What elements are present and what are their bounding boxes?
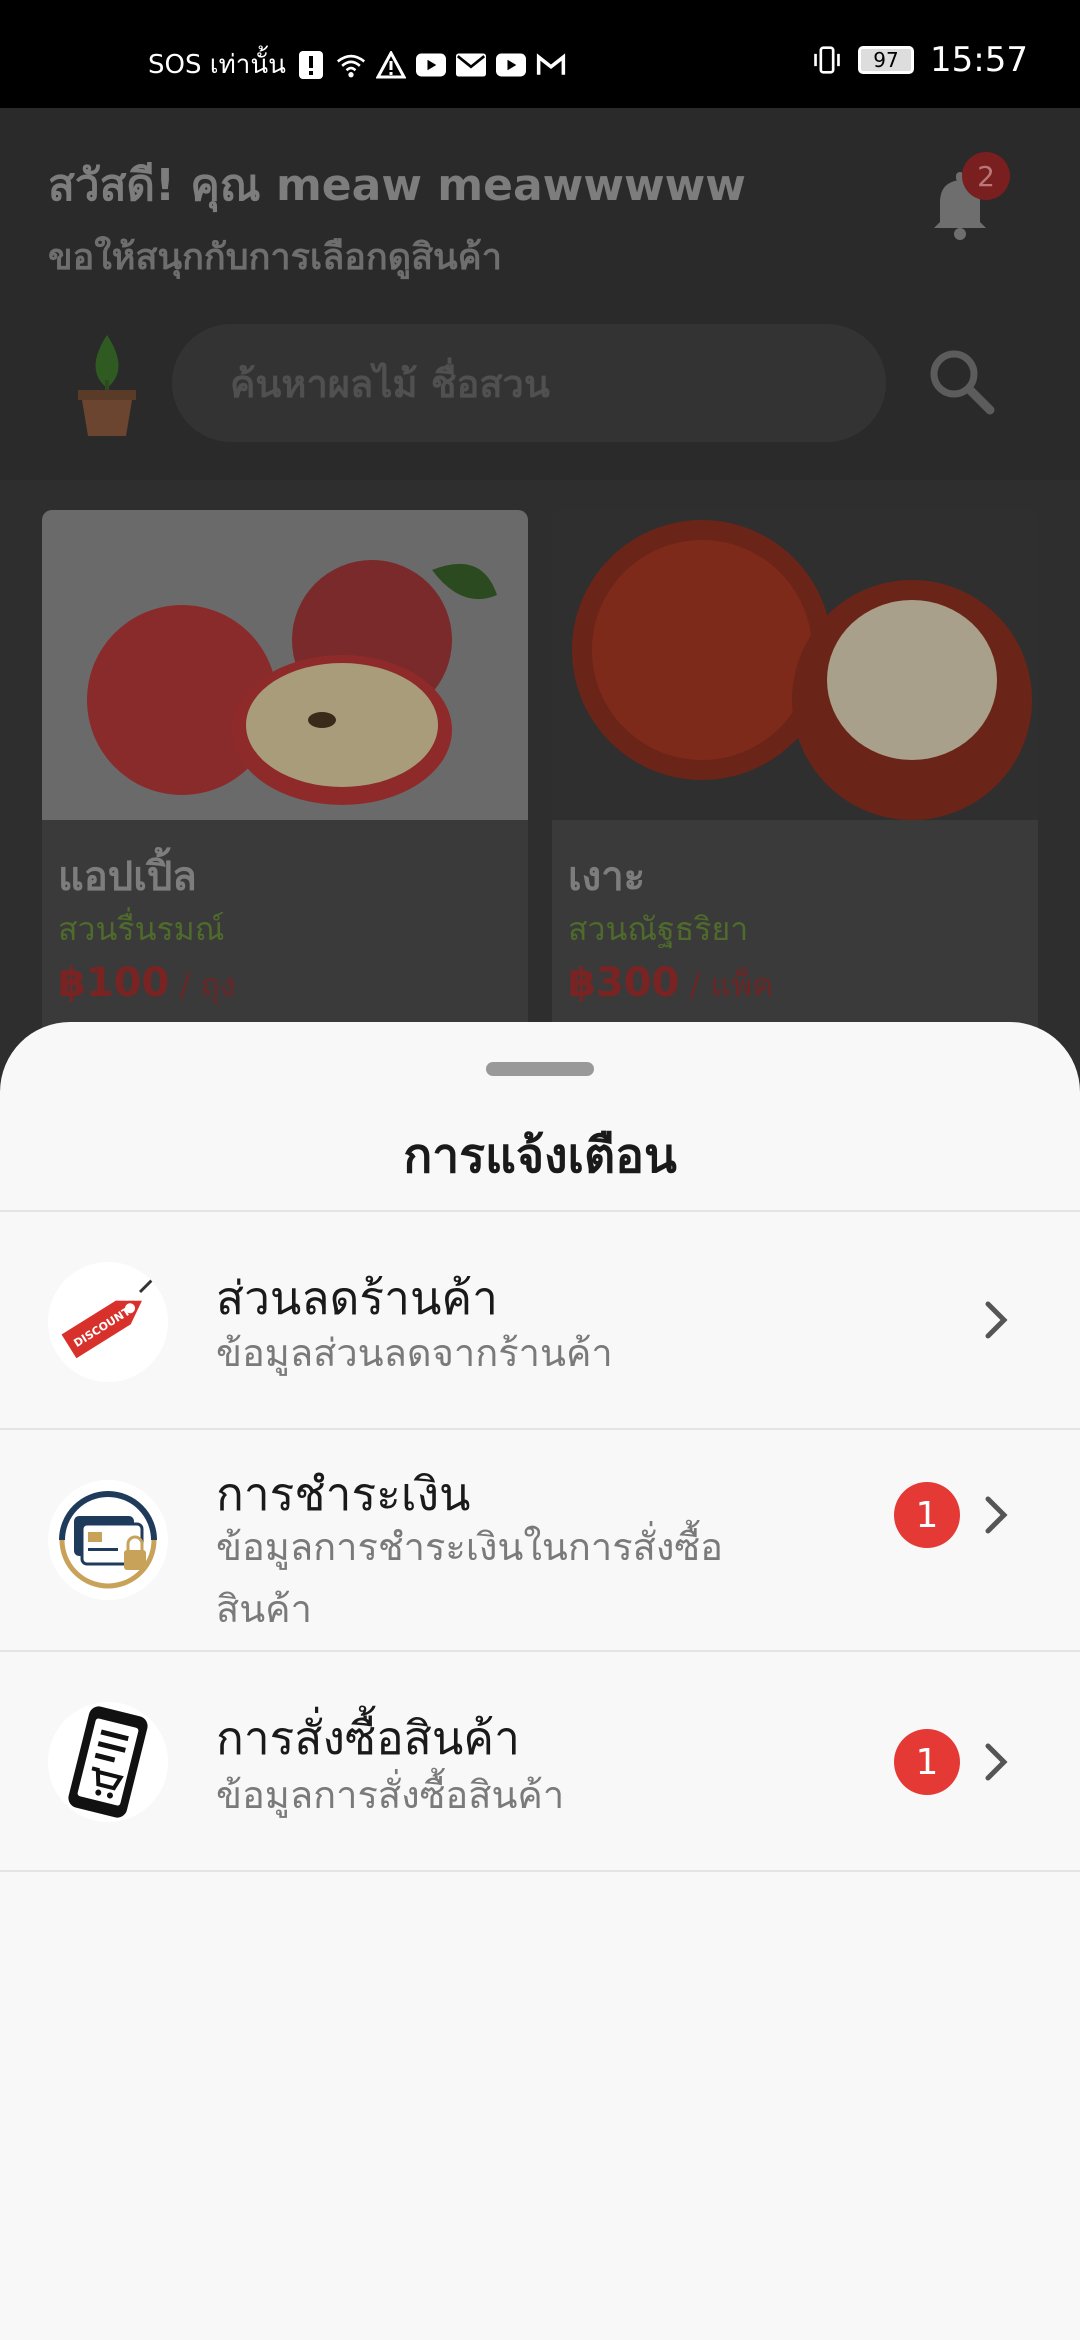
price-unit: / แพ็ค [679,966,774,1004]
sheet-title: การแจ้งเตือน [403,1128,677,1184]
price-value: ฿300 [568,960,680,1006]
unread-badge: 1 [894,1729,960,1795]
price-unit: / ถุง [169,966,236,1004]
item-description: ข้อมูลการสั่งซื้อสินค้า [216,1773,565,1817]
status-bar: SOS เท่านั้น 97 15:57 [0,0,1080,108]
product-name: แอปเปิ้ล [58,854,197,900]
vibrate-icon [812,45,842,75]
search-input[interactable]: ค้นหาผลไม้ ชื่อสวน [172,324,886,442]
status-left: SOS เท่านั้น [148,44,566,85]
carrier-text: SOS เท่านั้น [148,50,286,80]
divider [0,1870,1080,1872]
chevron-right-icon [980,1740,1014,1784]
item-description: ข้อมูลส่วนลดจากร้านค้า [216,1331,613,1375]
gmail-icon [536,50,566,80]
price-value: ฿100 [58,960,170,1006]
wifi-icon [336,50,366,80]
product-name: เงาะ [568,854,646,900]
product-garden: สวนรื่นรมณ์ [58,910,225,948]
plant-pot-icon [72,330,142,440]
discount-tag-icon: DISCOUNT [48,1262,168,1382]
product-price: ฿100 / ถุง [58,960,235,1011]
warning-icon [375,50,406,80]
chevron-right-icon [980,1493,1014,1537]
greeting-text: สวัสดี! คุณ meaw meawwwww [48,160,746,211]
apple-image [42,510,528,820]
product-price: ฿300 / แพ็ค [568,960,774,1011]
battery-indicator: 97 [858,46,915,74]
mail-icon [455,50,486,80]
unread-badge: 1 [894,1482,960,1548]
youtube-icon [415,50,446,80]
order-phone-icon [48,1702,168,1822]
notification-count-badge: 2 [962,152,1010,200]
product-card[interactable]: แอปเปิ้ล สวนรื่นรมณ์ ฿100 / ถุง [42,510,528,1070]
item-description: ข้อมูลการชำระเงินในการสั่งซื้อสินค้า [216,1525,724,1631]
product-garden: สวนณัฐธริยา [568,910,749,948]
alert-sim-icon [296,50,326,80]
payment-card-icon [48,1480,168,1600]
sheet-drag-handle[interactable] [486,1062,594,1076]
product-card[interactable]: เงาะ สวนณัฐธริยา ฿300 / แพ็ค [552,510,1038,1070]
youtube-icon-2 [495,50,526,80]
status-right: 97 15:57 [812,40,1028,80]
chevron-right-icon [980,1298,1014,1342]
search-icon[interactable] [926,346,996,416]
rambutan-image [552,510,1038,820]
clock: 15:57 [930,40,1028,80]
greeting-subtitle: ขอให้สนุกกับการเลือกดูสินค้า [48,237,502,278]
